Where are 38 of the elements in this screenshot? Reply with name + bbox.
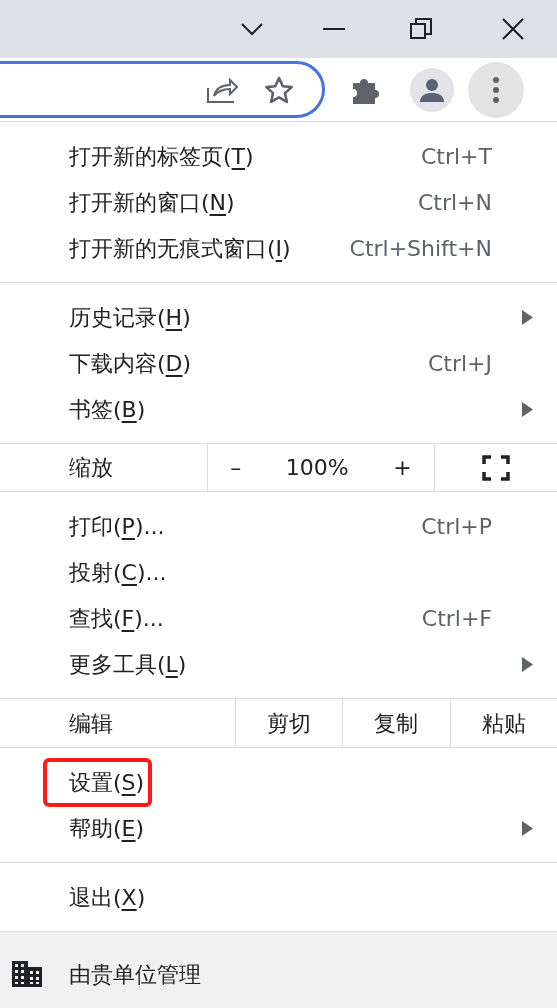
- menu-item[interactable]: 查找(F)...: [69, 601, 164, 635]
- zoom-in-button[interactable]: +: [393, 451, 412, 484]
- menu-item[interactable]: 帮助(E): [69, 811, 145, 845]
- edit-action-button[interactable]: 剪切: [235, 699, 343, 747]
- menu-item[interactable]: 打开新的无痕式窗口(I): [69, 231, 291, 265]
- edit-action-button[interactable]: 复制: [342, 699, 450, 747]
- tab-search-icon[interactable]: [240, 22, 264, 36]
- shortcut-text: Ctrl+N: [417, 188, 492, 217]
- menu-item[interactable]: 下载内容(D): [69, 346, 192, 380]
- close-icon[interactable]: [502, 18, 524, 40]
- menu-item[interactable]: 书签(B): [69, 392, 146, 426]
- zoom-label: 缩放: [68, 454, 114, 482]
- star-icon[interactable]: [264, 75, 294, 104]
- shortcut-text: Ctrl+F: [421, 604, 492, 633]
- restore-icon[interactable]: [410, 18, 432, 40]
- zoom-out-button[interactable]: –: [230, 451, 242, 484]
- menu-item[interactable]: 打开新的窗口(N): [69, 185, 235, 219]
- minimize-icon[interactable]: [323, 27, 345, 31]
- menu-item[interactable]: 打开新的标签页(T): [69, 139, 254, 173]
- zoom-level: 100%: [285, 454, 349, 482]
- shortcut-text: Ctrl+Shift+N: [349, 234, 492, 263]
- share-icon[interactable]: [206, 75, 238, 104]
- managed-text: 由贵单位管理: [69, 960, 201, 989]
- menu-item[interactable]: 设置(S): [69, 765, 145, 799]
- menu-item[interactable]: 更多工具(L): [69, 647, 187, 681]
- menu-item[interactable]: 退出(X): [69, 880, 146, 914]
- shortcut-text: Ctrl+P: [421, 512, 492, 541]
- shortcut-text: Ctrl+J: [427, 349, 492, 378]
- edit-action-button[interactable]: 粘贴: [449, 699, 557, 747]
- fullscreen-icon[interactable]: [482, 454, 510, 481]
- menu-item[interactable]: 历史记录(H): [69, 300, 191, 334]
- menu-item[interactable]: 打印(P)...: [69, 509, 165, 543]
- menu-item[interactable]: 投射(C)...: [69, 555, 167, 589]
- building-icon: [12, 961, 42, 987]
- shortcut-text: Ctrl+T: [420, 142, 492, 171]
- edit-label: 编辑: [68, 709, 114, 738]
- address-bar[interactable]: [0, 61, 325, 118]
- profile-avatar[interactable]: [410, 67, 454, 112]
